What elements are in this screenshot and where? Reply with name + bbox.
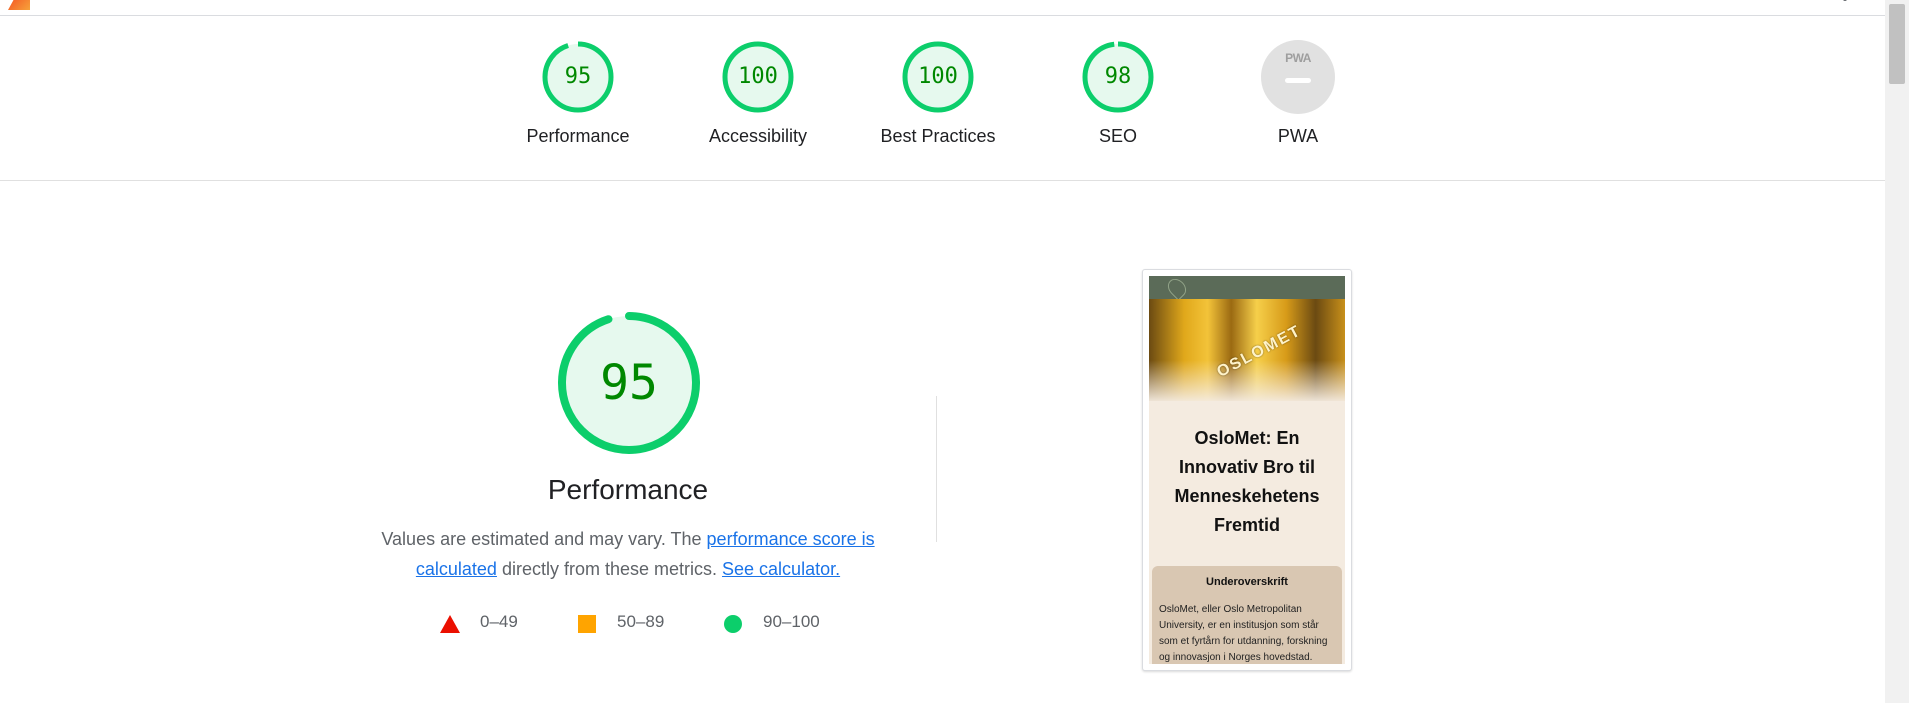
gauge-label: Accessibility (708, 126, 808, 146)
performance-big-score: 95 (600, 355, 658, 411)
legend-pass-range: 90–100 (763, 612, 820, 631)
gauge-ring: 100 (901, 40, 975, 114)
scrollbar[interactable] (1885, 0, 1909, 703)
gauge-label: PWA (1277, 126, 1319, 146)
desc-text: Values are estimated and may vary. The (381, 529, 707, 549)
gauge-score: 95 (564, 64, 592, 89)
pwa-badge-icon: PWA (1261, 40, 1335, 114)
gauge-score: 100 (918, 64, 958, 89)
desc-text: directly from these metrics. (496, 559, 723, 579)
screenshot-navbar (1149, 276, 1345, 301)
pass-circle-icon (724, 615, 742, 633)
performance-big-gauge: 95 (556, 310, 702, 456)
see-calculator-link[interactable]: See calculator. (722, 559, 840, 579)
section-divider (936, 396, 937, 542)
gauge-ring: 98 (1081, 40, 1155, 114)
screenshot-card-title: Underoverskrift (1206, 576, 1288, 588)
gauge-pwa[interactable]: PWA PWA (1208, 40, 1388, 147)
gauge-performance[interactable]: 95 Performance (488, 40, 668, 147)
final-screenshot-thumbnail[interactable]: OSLOMET OsloMet: En Innovativ Bro til Me… (1142, 269, 1352, 671)
screenshot-hero-image: OSLOMET (1149, 299, 1345, 401)
gauge-accessibility[interactable]: 100 Accessibility (668, 40, 848, 147)
gauge-score: 100 (738, 64, 778, 89)
screenshot-heading: OsloMet: En Innovativ Bro til Menneskehe… (1174, 428, 1320, 535)
gauge-ring: 95 (541, 40, 615, 114)
gauge-score: 98 (1104, 64, 1132, 89)
scrollbar-thumb[interactable] (1889, 4, 1905, 84)
report-topbar (0, 0, 1885, 16)
lighthouse-icon (8, 0, 30, 10)
performance-description: Values are estimated and may vary. The p… (370, 524, 886, 584)
performance-title: Performance (547, 474, 709, 505)
legend-average-range: 50–89 (617, 612, 665, 631)
hero-sign-text: OSLOMET (1214, 322, 1305, 381)
leaf-logo-icon (1164, 276, 1190, 301)
screenshot-card: Underoverskrift OsloMet, eller Oslo Metr… (1152, 566, 1342, 664)
gauge-label: Performance (526, 126, 630, 146)
legend-fail-range: 0–49 (480, 612, 518, 631)
gauge-label: Best Practices (880, 126, 996, 146)
more-vert-icon[interactable] (1842, 0, 1848, 3)
screenshot-content: OSLOMET OsloMet: En Innovativ Bro til Me… (1149, 276, 1345, 664)
average-square-icon (578, 615, 596, 633)
gauge-label: SEO (1098, 126, 1137, 146)
gauge-seo[interactable]: 98 SEO (1028, 40, 1208, 147)
score-gauges-row: 95 Performance 100 Accessibility 100 Bes… (0, 16, 1885, 181)
pwa-badge-text: PWA (1285, 51, 1311, 65)
fail-triangle-icon (440, 615, 460, 633)
pwa-dash (1285, 78, 1311, 83)
screenshot-card-body: OsloMet, eller Oslo Metropolitan Univers… (1159, 604, 1328, 663)
gauge-best-practices[interactable]: 100 Best Practices (848, 40, 1028, 147)
gauge-ring: 100 (721, 40, 795, 114)
